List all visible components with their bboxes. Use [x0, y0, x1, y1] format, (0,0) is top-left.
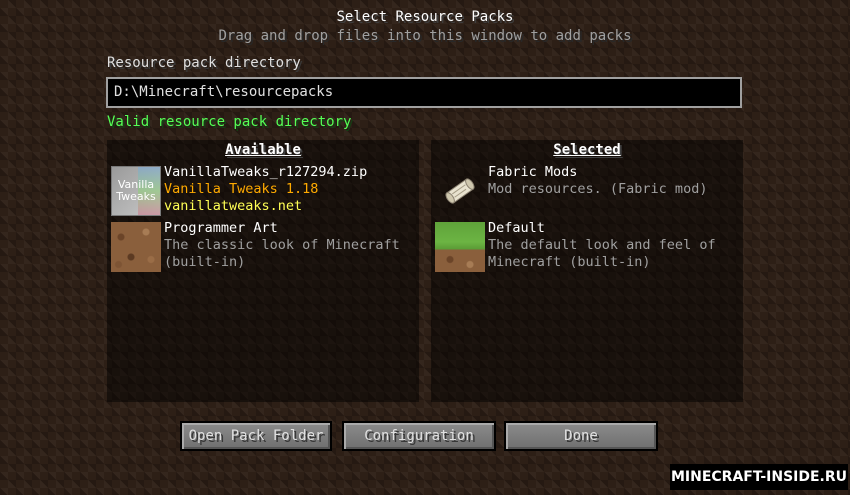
pack-description-line1: Mod resources. (Fabric mod) — [488, 181, 708, 197]
scroll-icon — [435, 166, 485, 216]
pack-entry-default[interactable]: Default The default look and feel of Min… — [433, 220, 741, 272]
screen-subtitle: Drag and drop files into this window to … — [218, 28, 632, 44]
grass-block-icon — [435, 222, 485, 272]
directory-status: Valid resource pack directory — [107, 114, 352, 130]
pack-name: Default — [488, 220, 545, 236]
pack-description-line1: The classic look of Minecraft — [164, 237, 400, 253]
pack-name: Fabric Mods — [488, 164, 578, 180]
available-heading: Available — [225, 142, 301, 158]
open-pack-folder-button[interactable]: Open Pack Folder — [180, 421, 332, 451]
directory-input[interactable]: D:\Minecraft\resourcepacks — [106, 77, 742, 108]
pack-name: VanillaTweaks_r127294.zip — [164, 164, 368, 180]
available-packs-list[interactable]: Available Vanilla Tweaks VanillaTweaks_r… — [107, 140, 419, 402]
vanilla-tweaks-pack-icon: Vanilla Tweaks — [111, 166, 161, 216]
pack-description-line1: The default look and feel of — [488, 237, 716, 253]
pack-description-line2: Minecraft (built-in) — [488, 254, 651, 270]
selected-heading: Selected — [553, 142, 621, 158]
directory-label: Resource pack directory — [107, 55, 301, 71]
selected-packs-list[interactable]: Selected Fabric Mods Mod resources. (Fab… — [431, 140, 743, 402]
pack-description-line1: Vanilla Tweaks 1.18 — [164, 181, 319, 197]
pack-description-line2: (built-in) — [164, 254, 246, 270]
pack-description-line2: vanillatweaks.net — [164, 198, 303, 214]
done-button[interactable]: Done — [504, 421, 658, 451]
watermark: MINECRAFT-INSIDE.RU — [670, 464, 848, 490]
screen-title: Select Resource Packs — [336, 9, 514, 25]
pack-entry-fabric-mods[interactable]: Fabric Mods Mod resources. (Fabric mod) — [433, 164, 741, 216]
pack-name: Programmer Art — [164, 220, 278, 236]
dirt-block-icon — [111, 222, 161, 272]
configuration-button[interactable]: Configuration — [342, 421, 496, 451]
pack-entry-programmer-art[interactable]: Programmer Art The classic look of Minec… — [109, 220, 417, 272]
pack-entry-vanilla-tweaks[interactable]: Vanilla Tweaks VanillaTweaks_r127294.zip… — [109, 164, 417, 216]
